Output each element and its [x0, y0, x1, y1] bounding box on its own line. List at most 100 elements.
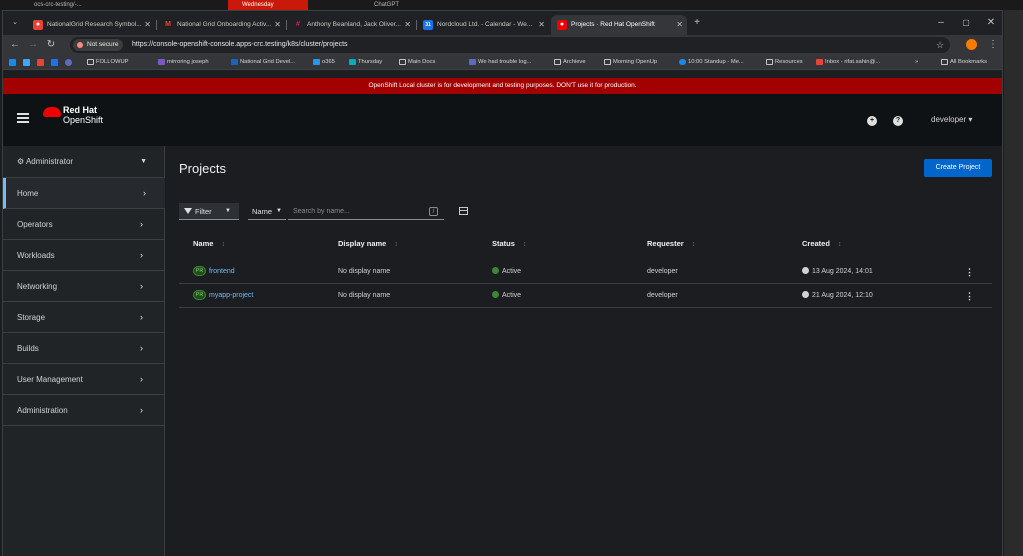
close-tab-icon[interactable]: ✕: [676, 15, 683, 35]
bookmark-folder[interactable]: FOLLOWUP: [87, 55, 129, 70]
bookmark-icon: [349, 59, 356, 65]
background-window-strip: ocs-crc-testing/-... Wednesday ChatGPT: [0, 0, 1023, 10]
close-tab-icon[interactable]: ✕: [404, 15, 411, 35]
status-cell: Active: [492, 260, 521, 284]
minimize-button[interactable]: –: [933, 15, 949, 31]
bookmark-link[interactable]: 10:00 Standup - Me...: [679, 55, 744, 70]
folder-icon: [399, 59, 406, 65]
url-text[interactable]: https://console-openshift-console.apps-c…: [132, 37, 348, 53]
sidebar-item-workloads[interactable]: Workloads ›: [3, 240, 165, 271]
caret-down-icon: ▼: [225, 208, 231, 214]
sidebar-item-storage[interactable]: Storage ›: [3, 302, 165, 333]
bookmark-folder[interactable]: Archieve: [554, 55, 586, 70]
column-header-status[interactable]: Status ↕: [492, 231, 526, 256]
sidebar-item-networking[interactable]: Networking ›: [3, 271, 165, 302]
background-tab[interactable]: ocs-crc-testing/-...: [20, 0, 82, 10]
background-tab[interactable]: Wednesday: [228, 0, 308, 10]
bookmark-link[interactable]: We had trouble log...: [469, 55, 531, 70]
tab-title: Anthony Beanland, Jack Oliver...: [307, 21, 401, 28]
background-tab[interactable]: ChatGPT: [360, 0, 399, 10]
gmail-icon[interactable]: [37, 59, 44, 66]
omnibox[interactable]: Not secure https://console-openshift-con…: [70, 37, 950, 53]
sidebar-item-builds[interactable]: Builds ›: [3, 333, 165, 364]
column-header-created[interactable]: Created ↕: [802, 231, 841, 256]
sidebar-item-operators[interactable]: Operators ›: [3, 209, 165, 240]
manage-columns-icon[interactable]: [459, 207, 468, 215]
help-question-icon[interactable]: ?: [893, 116, 903, 126]
cluster-warning-banner: OpenShift Local cluster is for developme…: [3, 78, 1002, 94]
quick-create-plus-icon[interactable]: +: [867, 116, 877, 126]
restore-button[interactable]: ▢: [958, 15, 974, 31]
bookmark-link[interactable]: o365: [313, 55, 335, 70]
browser-tab-active[interactable]: ● Projects · Red Hat OpenShift ✕: [551, 15, 687, 35]
browser-tab[interactable]: 31 Nordcloud Ltd. - Calendar - We... ✕: [417, 15, 549, 35]
bookmark-folder[interactable]: Main Docs: [399, 55, 435, 70]
chevron-right-icon: ›: [143, 188, 146, 198]
sidebar-item-home[interactable]: Home ›: [3, 178, 165, 209]
back-icon[interactable]: ←: [7, 37, 23, 53]
redhat-favicon-icon: ●: [557, 20, 567, 30]
column-header-requester[interactable]: Requester ↕: [647, 231, 695, 256]
bookmark-link[interactable]: National Grid Devel...: [231, 55, 295, 70]
redhat-openshift-logo[interactable]: Red Hat OpenShift: [43, 102, 123, 134]
folder-icon: [604, 59, 611, 65]
tab-search-icon[interactable]: ⌄: [7, 15, 23, 31]
globe-icon: [802, 266, 809, 274]
bookmark-link[interactable]: Inbox - rifat.sahin@...: [816, 55, 880, 70]
bookmark-folder[interactable]: Morning OpenUp: [604, 55, 657, 70]
close-tab-icon[interactable]: ✕: [274, 15, 281, 35]
bookmarks-overflow-button[interactable]: »: [915, 55, 918, 70]
browser-window: ⌄ ● NationalGrid Research Symbol... ✕ M …: [2, 10, 1003, 556]
hamburger-menu-icon[interactable]: [17, 113, 29, 123]
chevron-right-icon: ›: [140, 312, 143, 322]
browser-tab[interactable]: ● NationalGrid Research Symbol... ✕: [27, 15, 155, 35]
reload-icon[interactable]: ↻: [43, 37, 59, 53]
bookmark-star-icon[interactable]: ☆: [936, 37, 944, 53]
app-shortcut-icon[interactable]: [23, 59, 30, 66]
menu-kebab-icon[interactable]: ⋮: [985, 37, 1001, 53]
project-link[interactable]: myapp-project: [209, 292, 253, 299]
project-link[interactable]: frontend: [209, 268, 235, 275]
bookmark-link[interactable]: mirroring joseph: [158, 55, 209, 70]
column-header-display-name[interactable]: Display name ↕: [338, 231, 398, 256]
user-menu-dropdown[interactable]: developer ▾: [931, 115, 972, 124]
sort-icon: ↕: [691, 241, 696, 248]
create-project-button[interactable]: Create Project: [924, 159, 992, 177]
all-bookmarks-folder[interactable]: All Bookmarks: [941, 55, 987, 70]
column-header-name[interactable]: Name ↕: [193, 231, 225, 256]
folder-icon: [87, 59, 94, 65]
sidebar-item-user-management[interactable]: User Management ›: [3, 364, 165, 395]
profile-avatar[interactable]: [966, 39, 977, 50]
tab-title: Nordcloud Ltd. - Calendar - We...: [437, 21, 533, 28]
bookmarks-bar: FOLLOWUP mirroring joseph National Grid …: [3, 55, 1002, 70]
row-actions-kebab-icon[interactable]: ⋮: [965, 260, 974, 284]
name-filter-dropdown[interactable]: Name ▼: [248, 203, 286, 220]
sidebar-item-administration[interactable]: Administration ›: [3, 395, 165, 426]
not-secure-chip[interactable]: Not secure: [73, 39, 124, 51]
close-tab-icon[interactable]: ✕: [538, 15, 545, 35]
new-tab-button[interactable]: +: [689, 15, 705, 31]
globe-icon: [802, 290, 809, 298]
table-row: PR frontend No display name Active develo…: [179, 260, 992, 284]
chevron-right-icon: ›: [140, 374, 143, 384]
tab-bar: ⌄ ● NationalGrid Research Symbol... ✕ M …: [3, 11, 1002, 35]
filter-dropdown[interactable]: Filter ▼: [179, 203, 239, 220]
outlook-icon[interactable]: [9, 59, 16, 66]
search-input[interactable]: [288, 203, 444, 220]
bookmark-icon: [158, 59, 165, 65]
calendar-icon[interactable]: [51, 59, 58, 66]
forward-icon[interactable]: →: [25, 37, 41, 53]
bookmark-folder[interactable]: Resources: [766, 55, 803, 70]
close-tab-icon[interactable]: ✕: [144, 15, 151, 35]
close-window-button[interactable]: ✕: [983, 15, 999, 31]
browser-tab[interactable]: M National Grid Onboarding Activ... ✕: [157, 15, 285, 35]
adjacent-window-edge: [1004, 10, 1023, 556]
row-actions-kebab-icon[interactable]: ⋮: [965, 284, 974, 308]
browser-tab[interactable]: # Anthony Beanland, Jack Oliver... ✕: [287, 15, 415, 35]
bookmark-link[interactable]: Thursday: [349, 55, 382, 70]
teams-icon[interactable]: [65, 59, 72, 66]
display-name-cell: No display name: [338, 268, 391, 275]
chevron-right-icon: ›: [140, 250, 143, 260]
tab-title: NationalGrid Research Symbol...: [47, 21, 142, 28]
perspective-switcher[interactable]: ⚙ Administrator ▼: [3, 146, 165, 178]
